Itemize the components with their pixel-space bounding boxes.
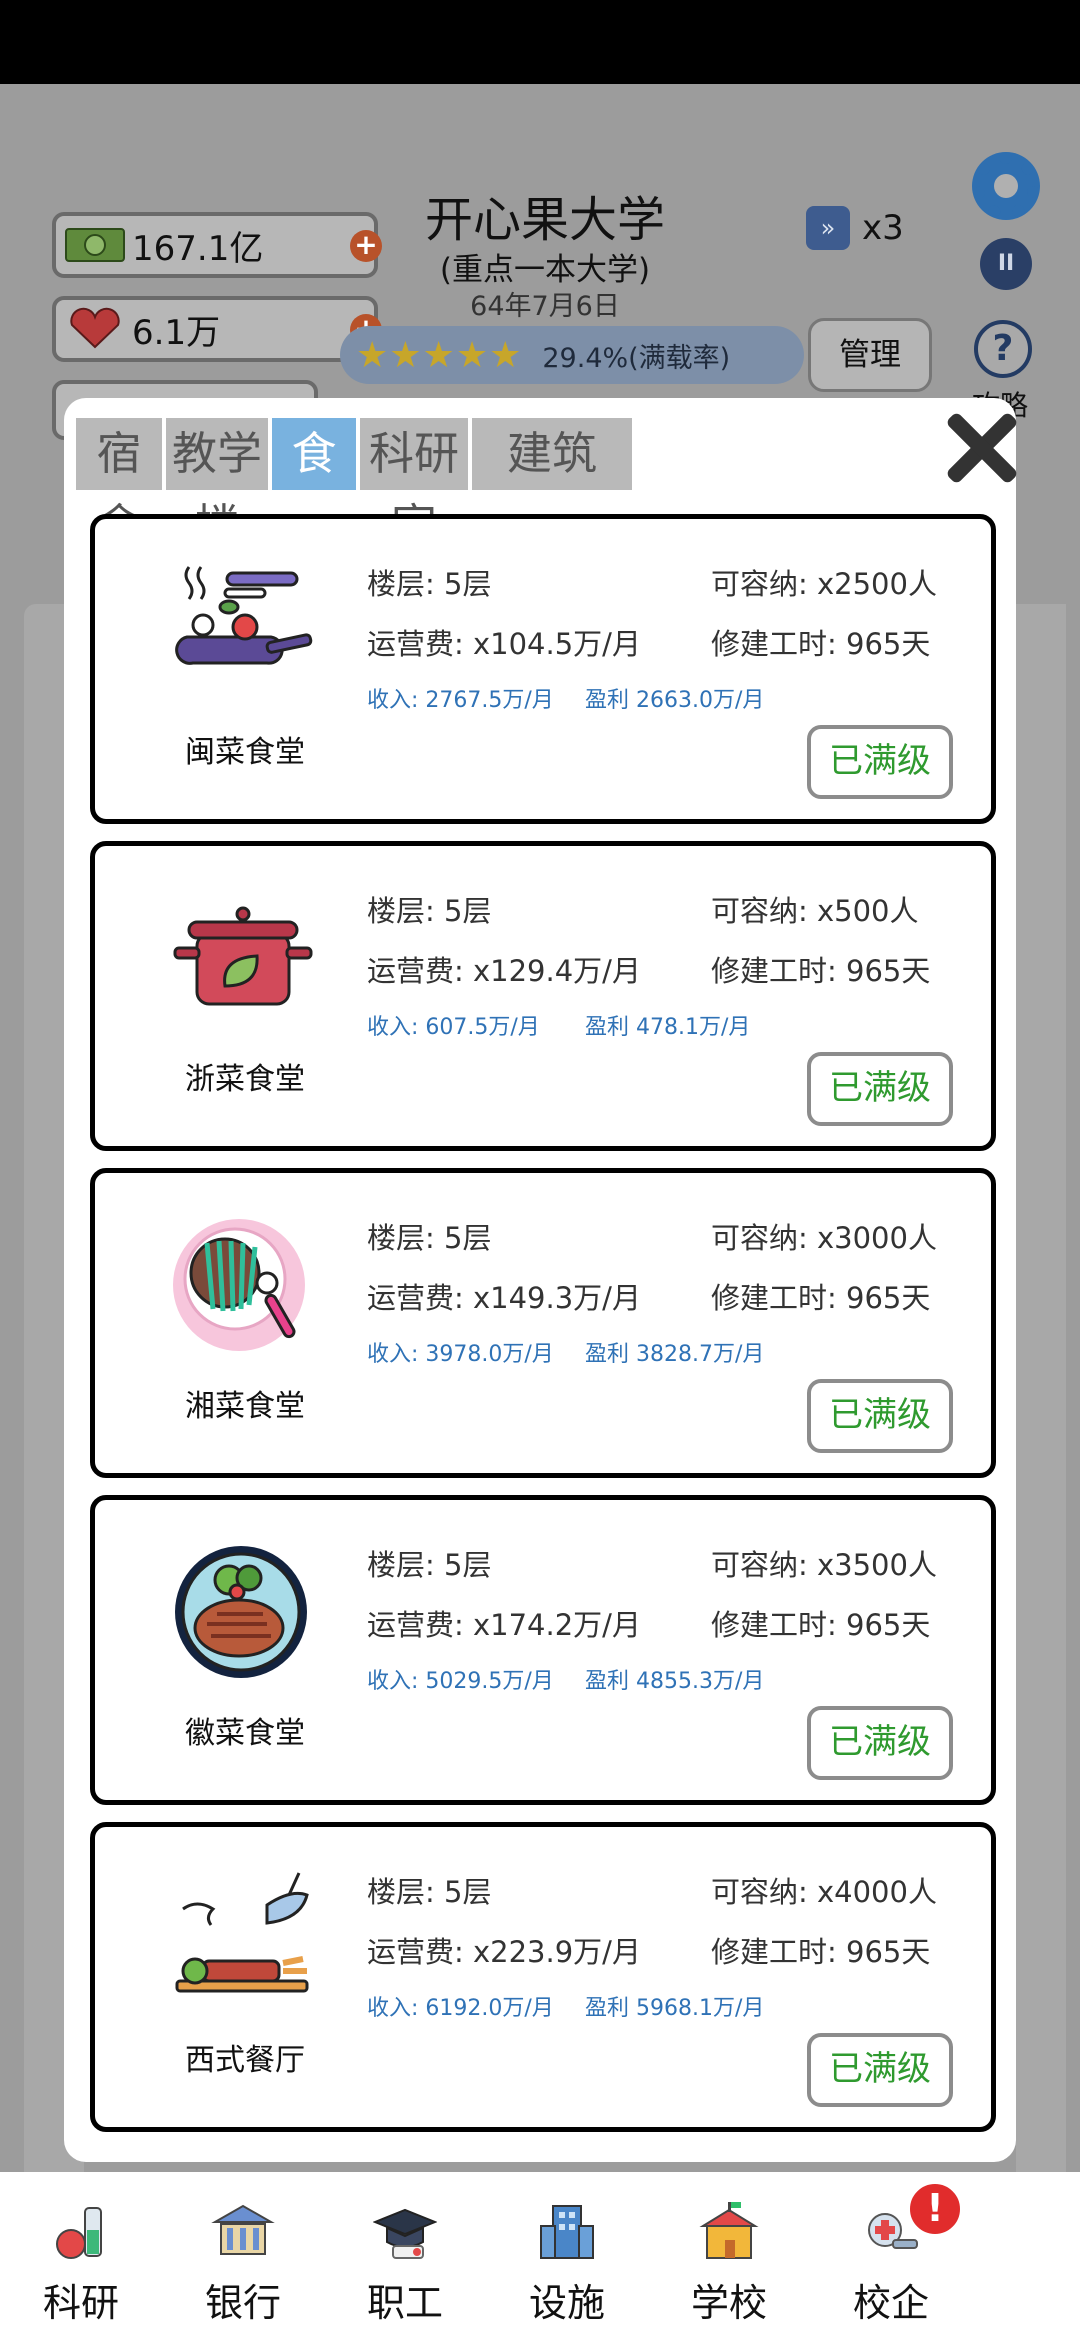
build-time: 修建工时: 965天: [711, 1935, 931, 1969]
nav-label: 校企: [852, 2281, 929, 2325]
nav-bank[interactable]: 银行: [162, 2172, 324, 2340]
operating-cost: 运营费: x129.4万/月: [367, 954, 641, 988]
build-time: 修建工时: 965天: [711, 627, 931, 661]
canteen-card: 西式餐厅 楼层: 5层 可容纳: x4000人 运营费: x223.9万/月 修…: [90, 1822, 996, 2132]
profit: 盈利 4855.3万/月: [585, 1669, 765, 1694]
canteen-card: 浙菜食堂 楼层: 5层 可容纳: x500人 运营费: x129.4万/月 修建…: [90, 841, 996, 1151]
cooking-pan-icon: [175, 566, 313, 665]
speed-control[interactable]: » x3: [806, 206, 904, 250]
tab-dormitory[interactable]: 宿舍: [76, 418, 162, 552]
tab-teaching-building[interactable]: 教学楼: [166, 418, 268, 552]
profit: 盈利 3828.7万/月: [585, 1342, 765, 1367]
operating-cost: 运营费: x104.5万/月: [367, 627, 641, 661]
income: 收入: 607.5万/月: [367, 1015, 540, 1040]
nav-label: 科研: [42, 2281, 119, 2325]
nav-staff[interactable]: 职工: [324, 2172, 486, 2340]
income: 收入: 5029.5万/月: [367, 1669, 554, 1694]
operating-cost: 运营费: x223.9万/月: [367, 1935, 641, 1969]
max-level-button[interactable]: 已满级: [807, 1379, 953, 1453]
nav-label: 设施: [528, 2281, 605, 2325]
max-level-button[interactable]: 已满级: [807, 2033, 953, 2107]
operating-cost: 运营费: x149.3万/月: [367, 1281, 641, 1315]
nav-facilities[interactable]: 设施: [486, 2172, 648, 2340]
status-bar: [0, 0, 1080, 84]
bottom-navigation: 科研 银行 职工 设施 学校 ! 校企: [0, 2172, 1080, 2340]
canteen-card: 湘菜食堂 楼层: 5层 可容纳: x3000人 运营费: x149.3万/月 修…: [90, 1168, 996, 1478]
gear-icon[interactable]: [972, 152, 1040, 220]
profit: 盈利 478.1万/月: [585, 1015, 751, 1040]
operating-cost: 运营费: x174.2万/月: [367, 1608, 641, 1642]
manage-button[interactable]: 管理: [808, 318, 932, 392]
canteen-name: 湘菜食堂: [185, 1389, 305, 1424]
max-level-button[interactable]: 已满级: [807, 725, 953, 799]
category-tabs: 宿舍 教学楼 食堂 科研室 建筑: [76, 418, 636, 552]
floors: 楼层: 5层: [367, 1875, 492, 1909]
star-rating: ★★★★★: [356, 334, 523, 376]
canteen-name: 西式餐厅: [185, 2043, 305, 2078]
floors: 楼层: 5层: [367, 894, 492, 928]
profit: 盈利 5968.1万/月: [585, 1996, 765, 2021]
floors: 楼层: 5层: [367, 1548, 492, 1582]
capacity: 可容纳: x500人: [711, 894, 919, 928]
money-icon: [65, 228, 125, 262]
money-counter[interactable]: 167.1亿 +: [52, 212, 382, 278]
occupancy-rate: 29.4%(满载率): [542, 342, 731, 374]
capacity: 可容纳: x4000人: [711, 1875, 937, 1909]
nav-school[interactable]: 学校: [648, 2172, 810, 2340]
profit: 盈利 2663.0万/月: [585, 688, 765, 713]
tab-buildings[interactable]: 建筑: [472, 418, 632, 490]
pause-button[interactable]: II: [980, 238, 1032, 290]
close-icon[interactable]: [942, 410, 1018, 486]
max-level-button[interactable]: 已满级: [807, 1052, 953, 1126]
income: 收入: 3978.0万/月: [367, 1342, 554, 1367]
notification-badge: !: [906, 2180, 964, 2238]
school-type: (重点一本大学): [439, 252, 651, 288]
income: 收入: 2767.5万/月: [367, 688, 554, 713]
build-time: 修建工时: 965天: [711, 954, 931, 988]
money-value: 167.1亿: [132, 228, 264, 269]
western-dish-icon: [175, 1872, 309, 1993]
speed-value: x3: [862, 208, 904, 248]
income: 收入: 6192.0万/月: [367, 1996, 554, 2021]
building-icon: [540, 2205, 594, 2259]
game-date: 64年7月6日: [470, 291, 620, 322]
lab-flask-icon: [56, 2207, 102, 2259]
build-time: 修建工时: 965天: [711, 1281, 931, 1315]
add-money-button[interactable]: +: [350, 230, 382, 262]
background-panel: [1016, 604, 1066, 2244]
help-button[interactable]: ?: [974, 320, 1032, 378]
steak-plate-icon: [175, 1546, 307, 1678]
building-modal: 宿舍 教学楼 食堂 科研室 建筑 闽菜食堂 楼层: 5层 可容纳: x2500人…: [64, 398, 1016, 2162]
canteen-name: 浙菜食堂: [185, 1062, 305, 1097]
canteen-card: 闽菜食堂 楼层: 5层 可容纳: x2500人 运营费: x104.5万/月 修…: [90, 514, 996, 824]
soup-pot-icon: [173, 906, 313, 1006]
nav-label: 学校: [690, 2281, 767, 2325]
nav-label: 银行: [204, 2281, 281, 2325]
canteen-name: 徽菜食堂: [185, 1716, 305, 1751]
nav-enterprise[interactable]: ! 校企: [810, 2172, 972, 2340]
fast-forward-icon: »: [806, 206, 850, 250]
capacity: 可容纳: x3000人: [711, 1221, 937, 1255]
nav-research[interactable]: 科研: [0, 2172, 162, 2340]
bank-icon: [211, 2204, 275, 2255]
hearts-counter[interactable]: 6.1万 +: [52, 296, 382, 362]
tab-canteen[interactable]: 食堂: [272, 418, 356, 552]
nav-label: 职工: [366, 2281, 443, 2325]
max-level-button[interactable]: 已满级: [807, 1706, 953, 1780]
heart-icon: [70, 307, 120, 349]
graduation-cap-icon: [373, 2208, 437, 2259]
noodle-plate-icon: [173, 1219, 305, 1351]
build-time: 修建工时: 965天: [711, 1608, 931, 1642]
hearts-value: 6.1万: [132, 312, 221, 353]
school-icon: [699, 2202, 759, 2259]
floors: 楼层: 5层: [367, 567, 492, 601]
canteen-card: 徽菜食堂 楼层: 5层 可容纳: x3500人 运营费: x174.2万/月 修…: [90, 1495, 996, 1805]
capacity: 可容纳: x2500人: [711, 567, 937, 601]
capacity: 可容纳: x3500人: [711, 1548, 937, 1582]
school-name: 开心果大学: [424, 192, 665, 248]
floors: 楼层: 5层: [367, 1221, 492, 1255]
canteen-name: 闽菜食堂: [185, 735, 305, 770]
tab-research-room[interactable]: 科研室: [360, 418, 468, 552]
rating-bar: ★★★★★ 29.4%(满载率): [340, 326, 804, 384]
